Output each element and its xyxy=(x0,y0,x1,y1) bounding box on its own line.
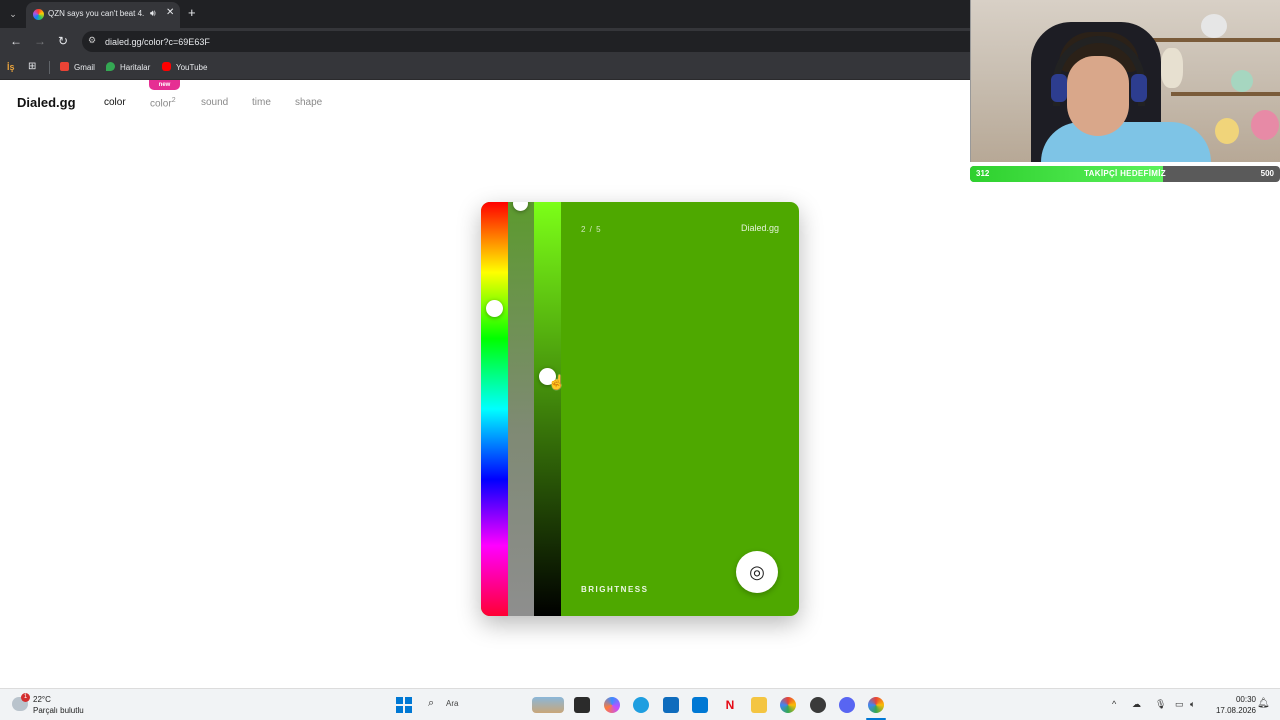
widgets-icon[interactable] xyxy=(532,697,564,713)
card-brand: Dialed.gg xyxy=(740,223,779,233)
new-badge: new xyxy=(149,80,180,90)
network-icon[interactable]: ▭ xyxy=(1175,699,1184,710)
weather-temperature[interactable]: 22°C xyxy=(33,695,51,704)
plushie xyxy=(1251,110,1279,140)
bookmark-folder[interactable]: İş xyxy=(7,62,15,72)
nav-color2[interactable]: color2 xyxy=(150,97,176,109)
cloud-icon[interactable]: ☁ xyxy=(1132,699,1141,710)
store-icon[interactable] xyxy=(663,697,679,713)
microphone-icon[interactable]: 🎙︎ xyxy=(1155,699,1166,710)
task-view-icon[interactable] xyxy=(574,697,590,713)
nav-sound[interactable]: sound xyxy=(201,97,228,108)
nav-shape[interactable]: shape xyxy=(295,97,322,108)
follower-goal-bar: 312 TAKİPÇİ HEDEFİMİZ 500 xyxy=(970,166,1280,182)
weather-description[interactable]: Parçalı bulutlu xyxy=(33,706,84,715)
weather-badge: 1 xyxy=(21,693,30,702)
discord-icon[interactable] xyxy=(839,697,855,713)
new-tab-icon[interactable]: + xyxy=(188,5,196,20)
bookmark-label: YouTube xyxy=(176,63,208,72)
hue-slider-handle[interactable] xyxy=(486,300,503,317)
app-icon[interactable] xyxy=(692,697,708,713)
chrome-active-icon[interactable] xyxy=(868,697,884,713)
bookmark-gmail[interactable]: Gmail xyxy=(60,62,95,72)
address-bar[interactable]: ⚙ dialed.gg/color?c=69E63F xyxy=(82,31,982,52)
goal-target: 500 xyxy=(1260,169,1274,178)
nav-color[interactable]: color xyxy=(104,97,126,108)
hue-slider[interactable] xyxy=(481,202,508,616)
clock-time[interactable]: 00:30 xyxy=(1220,695,1256,704)
tab-title: QZN says you can't beat 4.3 xyxy=(48,9,144,18)
clock-date[interactable]: 17.08.2026 xyxy=(1206,706,1256,715)
back-arrow-icon[interactable]: ← xyxy=(10,34,22,48)
shelf xyxy=(1171,92,1280,96)
file-explorer-icon[interactable] xyxy=(751,697,767,713)
favicon-icon xyxy=(33,9,44,20)
search-icon[interactable]: ⌕ xyxy=(428,697,434,710)
site-info-icon[interactable]: ⚙ xyxy=(88,35,96,46)
bookmark-label: Haritalar xyxy=(120,63,151,72)
taskbar: 1 22°C Parçalı bulutlu ⌕ Ara N ^ ☁ 🎙︎ ▭ … xyxy=(0,688,1280,720)
bookmark-divider xyxy=(49,61,50,74)
plushie xyxy=(1161,48,1183,88)
bookmark-label: Gmail xyxy=(74,63,95,72)
url-text[interactable]: dialed.gg/color?c=69E63F xyxy=(105,37,210,47)
apps-grid-icon[interactable]: ⊞ xyxy=(28,61,36,72)
close-tab-icon[interactable]: ✕ xyxy=(166,7,174,18)
copilot-icon[interactable] xyxy=(604,697,620,713)
nav-color2-label: color xyxy=(150,98,172,110)
hand-cursor-icon: ☝ xyxy=(548,374,566,390)
plushie xyxy=(1231,70,1253,92)
volume-icon[interactable]: 🔈︎ xyxy=(1190,699,1195,710)
headphone-cup xyxy=(1051,74,1067,102)
target-icon: ◎ xyxy=(749,562,765,582)
youtube-icon xyxy=(162,62,171,71)
color-game-card: ☝ 2 / 5 Dialed.gg BRIGHTNESS ◎ xyxy=(481,202,799,616)
speaker-icon[interactable]: 🔊︎ xyxy=(150,8,156,19)
notification-bell-icon[interactable]: 🔔︎ xyxy=(1257,698,1270,709)
plushie xyxy=(1201,14,1227,38)
submit-target-button[interactable]: ◎ xyxy=(736,551,778,593)
bookmark-youtube[interactable]: YouTube xyxy=(162,62,207,72)
tab-search-icon[interactable]: ⌄ xyxy=(6,7,20,21)
shelf xyxy=(1141,38,1280,42)
maps-pin-icon xyxy=(106,62,115,71)
round-counter: 2 / 5 xyxy=(581,225,602,234)
gmail-icon xyxy=(60,62,69,71)
forward-arrow-icon[interactable]: → xyxy=(34,34,46,48)
saturation-slider[interactable] xyxy=(508,202,534,616)
edge-icon[interactable] xyxy=(633,697,649,713)
nav-color2-superscript: 2 xyxy=(171,97,176,104)
webcam-overlay xyxy=(970,0,1280,162)
bookmark-maps[interactable]: Haritalar xyxy=(106,62,150,72)
headphone-cup xyxy=(1131,74,1147,102)
chevron-up-icon[interactable]: ^ xyxy=(1112,699,1116,709)
brightness-slider[interactable] xyxy=(534,202,561,616)
reload-icon[interactable]: ↻ xyxy=(58,34,68,48)
active-tab[interactable]: QZN says you can't beat 4.3 🔊︎ ✕ xyxy=(26,2,180,28)
site-logo[interactable]: Dialed.gg xyxy=(17,95,76,110)
plushie xyxy=(1215,118,1239,144)
netflix-icon[interactable]: N xyxy=(722,697,738,713)
chrome-icon[interactable] xyxy=(780,697,796,713)
taskbar-search[interactable]: Ara xyxy=(446,699,458,708)
streamer-shirt xyxy=(1041,122,1211,162)
app-icon[interactable] xyxy=(810,697,826,713)
windows-start-icon[interactable] xyxy=(396,697,412,713)
goal-title: TAKİPÇİ HEDEFİMİZ xyxy=(1084,169,1166,178)
nav-time[interactable]: time xyxy=(252,97,271,108)
slider-label: BRIGHTNESS xyxy=(581,585,649,594)
